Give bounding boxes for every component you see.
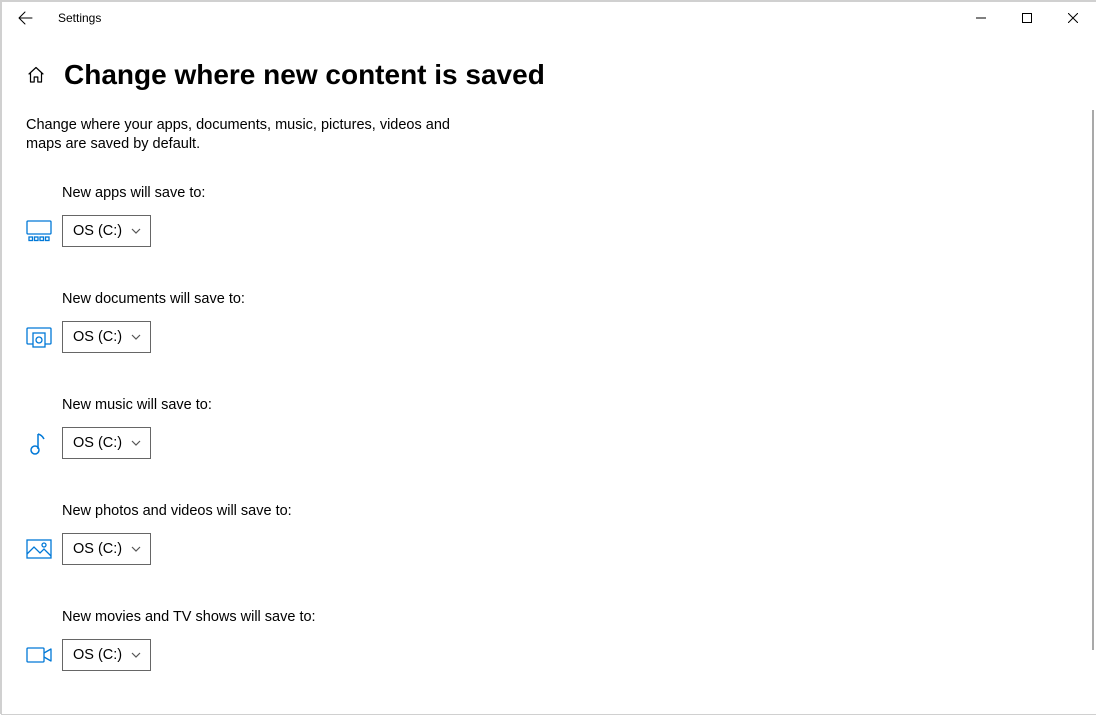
content-area: Change where your apps, documents, music… [2,116,1096,712]
select-value: OS (C:) [73,223,122,239]
setting-music: New music will save to: OS (C:) [26,397,1072,459]
setting-apps: New apps will save to: OS (C:) [26,185,1072,247]
chevron-down-icon [130,331,142,343]
window-caption-buttons [958,2,1096,34]
setting-row-photos: OS (C:) [26,533,1072,565]
documents-drive-select[interactable]: OS (C:) [62,321,151,353]
titlebar: Settings [2,2,1096,34]
select-value: OS (C:) [73,541,122,557]
arrow-left-icon [17,10,33,26]
chevron-down-icon [130,543,142,555]
select-value: OS (C:) [73,435,122,451]
photos-icon [26,536,52,562]
page-header: Change where new content is saved [2,34,1096,116]
movies-icon [26,642,52,668]
setting-label-movies: New movies and TV shows will save to: [62,609,1072,625]
setting-row-music: OS (C:) [26,427,1072,459]
select-value: OS (C:) [73,647,122,663]
music-icon [26,430,52,456]
documents-icon [26,324,52,350]
setting-label-photos: New photos and videos will save to: [62,503,1072,519]
setting-label-apps: New apps will save to: [62,185,1072,201]
maximize-button[interactable] [1004,2,1050,34]
minimize-button[interactable] [958,2,1004,34]
close-icon [1068,13,1078,23]
movies-drive-select[interactable]: OS (C:) [62,639,151,671]
chevron-down-icon [130,437,142,449]
minimize-icon [976,13,986,23]
page-title: Change where new content is saved [64,58,545,92]
setting-row-documents: OS (C:) [26,321,1072,353]
close-button[interactable] [1050,2,1096,34]
setting-row-movies: OS (C:) [26,639,1072,671]
scrollbar-track[interactable] [1084,32,1096,714]
setting-label-documents: New documents will save to: [62,291,1072,307]
chevron-down-icon [130,225,142,237]
window-title: Settings [58,11,101,25]
apps-icon [26,218,52,244]
setting-row-apps: OS (C:) [26,215,1072,247]
setting-documents: New documents will save to: OS (C:) [26,291,1072,353]
select-value: OS (C:) [73,329,122,345]
apps-drive-select[interactable]: OS (C:) [62,215,151,247]
home-icon [26,65,46,85]
music-drive-select[interactable]: OS (C:) [62,427,151,459]
back-button[interactable] [2,2,48,34]
setting-movies: New movies and TV shows will save to: OS… [26,609,1072,671]
scrollbar-thumb[interactable] [1092,110,1094,650]
maximize-icon [1022,13,1032,23]
home-button[interactable] [26,65,46,85]
page-description: Change where your apps, documents, music… [26,116,476,155]
photos-drive-select[interactable]: OS (C:) [62,533,151,565]
setting-photos: New photos and videos will save to: OS (… [26,503,1072,565]
chevron-down-icon [130,649,142,661]
setting-label-music: New music will save to: [62,397,1072,413]
